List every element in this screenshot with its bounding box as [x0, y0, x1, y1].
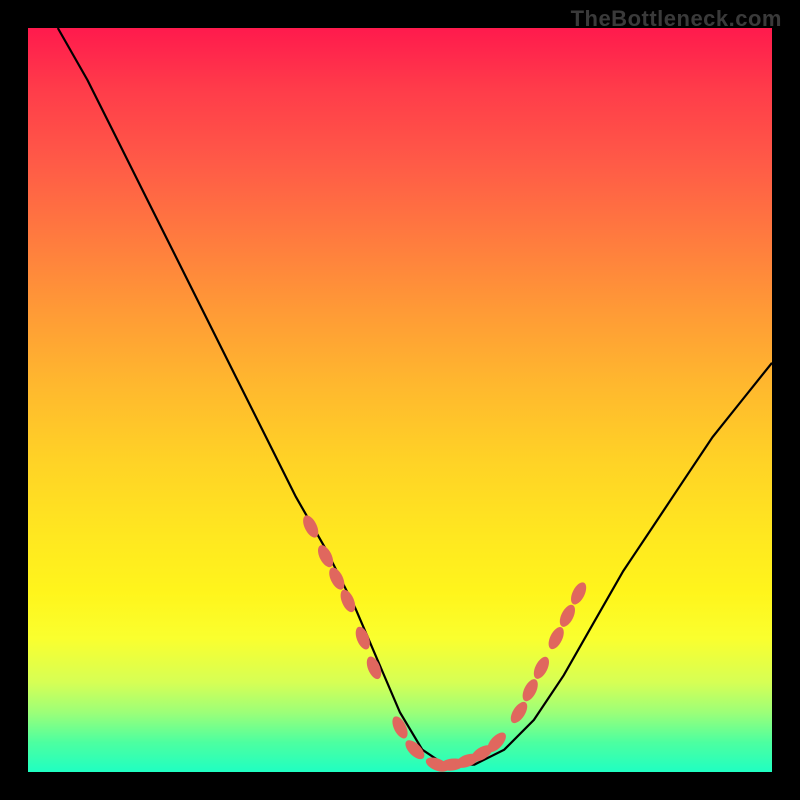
curve-marker	[557, 602, 578, 629]
curve-marker	[519, 677, 540, 704]
curve-marker	[507, 699, 530, 726]
chart-plot-area	[28, 28, 772, 772]
curve-marker	[531, 654, 552, 681]
curve-marker	[389, 714, 410, 741]
bottleneck-curve-svg	[28, 28, 772, 772]
bottleneck-curve-path	[58, 28, 772, 765]
curve-marker	[545, 625, 566, 652]
watermark-text: TheBottleneck.com	[571, 6, 782, 32]
curve-marker	[568, 580, 589, 607]
curve-marker-group	[300, 513, 589, 775]
curve-marker	[353, 625, 373, 652]
